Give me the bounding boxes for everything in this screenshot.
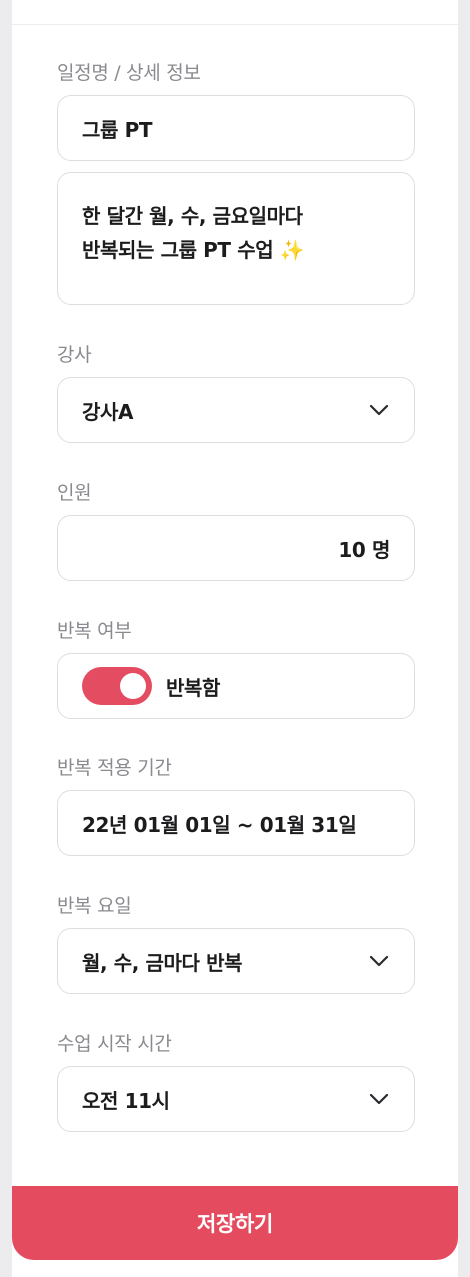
capacity-value: 10 명 [338,537,390,562]
detail-line-2: 반복되는 그룹 PT 수업 ✨ [82,238,305,262]
repeat-days-select[interactable]: 월, 수, 금마다 반복 [57,928,415,994]
start-time-label: 수업 시작 시간 [57,1033,172,1055]
start-time-value: 오전 11시 [82,1088,170,1113]
repeat-toggle[interactable] [82,667,152,705]
schedule-name-value: 그룹 PT [82,117,153,142]
repeat-days-label: 반복 요일 [57,895,132,917]
instructor-select[interactable]: 강사A [57,377,415,443]
schedule-form-page: 일정명 / 상세 정보 그룹 PT 한 달간 월, 수, 금요일마다 반복되는 … [12,0,458,1277]
detail-line-1: 한 달간 월, 수, 금요일마다 [82,204,303,228]
chevron-down-icon [368,399,390,421]
repeat-label: 반복 여부 [57,620,132,642]
capacity-label: 인원 [57,482,92,504]
chevron-down-icon [368,950,390,972]
repeat-toggle-label: 반복함 [166,675,220,700]
repeat-period-input[interactable]: 22년 01월 01일 ~ 01월 31일 [57,790,415,856]
repeat-period-value: 22년 01월 01일 ~ 01월 31일 [82,812,357,837]
capacity-input[interactable]: 10 명 [57,515,415,581]
repeat-days-value: 월, 수, 금마다 반복 [82,950,243,975]
start-time-select[interactable]: 오전 11시 [57,1066,415,1132]
schedule-detail-textarea[interactable]: 한 달간 월, 수, 금요일마다 반복되는 그룹 PT 수업 ✨ [57,172,415,305]
repeat-period-label: 반복 적용 기간 [57,757,172,779]
chevron-down-icon [368,1088,390,1110]
save-button[interactable]: 저장하기 [12,1186,458,1260]
title-detail-label: 일정명 / 상세 정보 [57,62,201,84]
instructor-value: 강사A [82,399,134,424]
instructor-label: 강사 [57,344,92,366]
top-divider [12,24,458,25]
schedule-name-input[interactable]: 그룹 PT [57,95,415,161]
toggle-knob [120,673,146,699]
repeat-toggle-row: 반복함 [57,653,415,719]
